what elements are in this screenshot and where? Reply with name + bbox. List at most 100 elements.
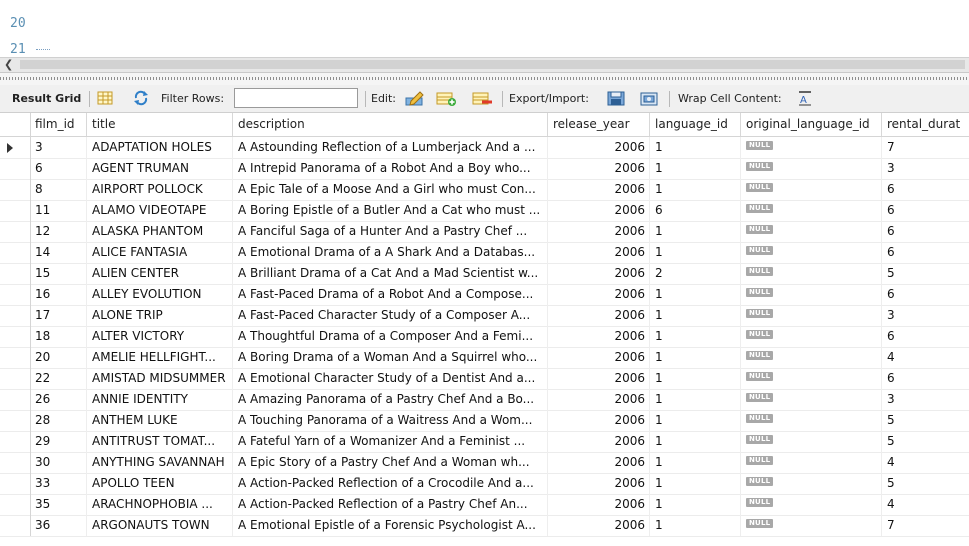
cell-rental-duration[interactable]: 5 [882, 431, 969, 452]
pane-splitter[interactable] [0, 72, 969, 85]
cell-film-id[interactable]: 12 [30, 221, 87, 242]
cell-description[interactable]: A Emotional Epistle of a Forensic Psycho… [233, 515, 548, 536]
cell-rental-duration[interactable]: 3 [882, 158, 969, 179]
editor-line[interactable]: 21 ● select * from film where title rlik… [0, 20, 31, 57]
cell-language-id[interactable]: 1 [650, 137, 741, 158]
cell-description[interactable]: A Boring Drama of a Woman And a Squirrel… [233, 347, 548, 368]
cell-original-language-id[interactable]: NULL [741, 305, 882, 326]
row-header[interactable] [0, 368, 31, 389]
cell-release-year[interactable]: 2006 [548, 200, 650, 221]
cell-film-id[interactable]: 22 [30, 368, 87, 389]
cell-rental-duration[interactable]: 4 [882, 347, 969, 368]
table-row[interactable]: 16 ALLEY EVOLUTION A Fast-Paced Drama of a… [0, 284, 969, 306]
sql-editor[interactable]: 20 21 ● select * from film where title r… [0, 0, 969, 57]
row-header[interactable] [0, 431, 31, 452]
result-grid-tab[interactable]: Result Grid [12, 85, 81, 112]
edit-row-icon[interactable] [405, 90, 425, 106]
cell-title[interactable]: ANTITRUST TOMAT... [87, 431, 233, 452]
cell-language-id[interactable]: 1 [650, 389, 741, 410]
table-row[interactable]: 17 ALONE TRIP A Fast-Paced Character Study… [0, 305, 969, 327]
cell-description[interactable]: A Intrepid Panorama of a Robot And a Boy… [233, 158, 548, 179]
cell-description[interactable]: A Epic Tale of a Moose And a Girl who mu… [233, 179, 548, 200]
row-header[interactable] [0, 137, 31, 158]
cell-rental-duration[interactable]: 6 [882, 221, 969, 242]
table-row[interactable]: 29 ANTITRUST TOMAT... A Fateful Yarn of a … [0, 431, 969, 453]
cell-film-id[interactable]: 3 [30, 137, 87, 158]
cell-language-id[interactable]: 1 [650, 410, 741, 431]
cell-release-year[interactable]: 2006 [548, 158, 650, 179]
import-icon[interactable] [640, 90, 660, 106]
cell-title[interactable]: ALONE TRIP [87, 305, 233, 326]
cell-description[interactable]: A Brilliant Drama of a Cat And a Mad Sci… [233, 263, 548, 284]
delete-row-icon[interactable] [472, 90, 494, 106]
cell-description[interactable]: A Boring Epistle of a Butler And a Cat w… [233, 200, 548, 221]
cell-film-id[interactable]: 18 [30, 326, 87, 347]
cell-release-year[interactable]: 2006 [548, 221, 650, 242]
cell-language-id[interactable]: 1 [650, 431, 741, 452]
cell-language-id[interactable]: 2 [650, 263, 741, 284]
cell-language-id[interactable]: 1 [650, 305, 741, 326]
cell-description[interactable]: A Amazing Panorama of a Pastry Chef And … [233, 389, 548, 410]
cell-original-language-id[interactable]: NULL [741, 347, 882, 368]
cell-original-language-id[interactable]: NULL [741, 452, 882, 473]
table-row[interactable]: 35 ARACHNOPHOBIA ... A Action-Packed Refle… [0, 494, 969, 516]
column-header-language-id[interactable]: language_id [650, 113, 741, 136]
row-header[interactable] [0, 263, 31, 284]
row-header[interactable] [0, 410, 31, 431]
cell-release-year[interactable]: 2006 [548, 473, 650, 494]
cell-release-year[interactable]: 2006 [548, 389, 650, 410]
row-header[interactable] [0, 389, 31, 410]
cell-original-language-id[interactable]: NULL [741, 263, 882, 284]
column-header-film-id[interactable]: film_id [30, 113, 87, 136]
filter-rows-input[interactable] [234, 88, 358, 108]
row-header[interactable] [0, 284, 31, 305]
cell-film-id[interactable]: 11 [30, 200, 87, 221]
cell-title[interactable]: ALASKA PHANTOM [87, 221, 233, 242]
export-icon[interactable] [607, 90, 627, 106]
cell-rental-duration[interactable]: 4 [882, 494, 969, 515]
cell-film-id[interactable]: 20 [30, 347, 87, 368]
row-header[interactable] [0, 347, 31, 368]
cell-rental-duration[interactable]: 5 [882, 263, 969, 284]
row-header[interactable] [0, 452, 31, 473]
table-row[interactable]: 11 ALAMO VIDEOTAPE A Boring Epistle of a B… [0, 200, 969, 222]
table-row[interactable]: 15 ALIEN CENTER A Brilliant Drama of a Cat… [0, 263, 969, 285]
cell-language-id[interactable]: 1 [650, 179, 741, 200]
result-grid[interactable]: film_id title description release_year langu… [0, 113, 969, 546]
refresh-icon[interactable] [133, 90, 149, 106]
cell-description[interactable]: A Fateful Yarn of a Womanizer And a Femi… [233, 431, 548, 452]
cell-film-id[interactable]: 35 [30, 494, 87, 515]
cell-film-id[interactable]: 33 [30, 473, 87, 494]
cell-description[interactable]: A Fast-Paced Drama of a Robot And a Comp… [233, 284, 548, 305]
cell-title[interactable]: ALAMO VIDEOTAPE [87, 200, 233, 221]
cell-rental-duration[interactable]: 6 [882, 200, 969, 221]
cell-release-year[interactable]: 2006 [548, 284, 650, 305]
table-row[interactable]: 22 AMISTAD MIDSUMMER A Emotional Character… [0, 368, 969, 390]
table-row[interactable]: 28 ANTHEM LUKE A Touching Panorama of a Wa… [0, 410, 969, 432]
cell-film-id[interactable]: 16 [30, 284, 87, 305]
cell-original-language-id[interactable]: NULL [741, 494, 882, 515]
cell-title[interactable]: ARGONAUTS TOWN [87, 515, 233, 536]
cell-language-id[interactable]: 1 [650, 452, 741, 473]
cell-rental-duration[interactable]: 3 [882, 305, 969, 326]
cell-release-year[interactable]: 2006 [548, 515, 650, 536]
table-row[interactable]: 20 AMELIE HELLFIGHT... A Boring Drama of a… [0, 347, 969, 369]
cell-title[interactable]: AMELIE HELLFIGHT... [87, 347, 233, 368]
table-row[interactable]: 14 ALICE FANTASIA A Emotional Drama of a A… [0, 242, 969, 264]
table-row[interactable]: 30 ANYTHING SAVANNAH A Epic Story of a Pas… [0, 452, 969, 474]
cell-release-year[interactable]: 2006 [548, 326, 650, 347]
cell-release-year[interactable]: 2006 [548, 431, 650, 452]
cell-rental-duration[interactable]: 5 [882, 410, 969, 431]
wrap-text-icon[interactable]: A [797, 90, 813, 106]
cell-rental-duration[interactable]: 6 [882, 326, 969, 347]
cell-rental-duration[interactable]: 6 [882, 242, 969, 263]
cell-release-year[interactable]: 2006 [548, 452, 650, 473]
scrollbar-thumb[interactable] [20, 60, 965, 69]
cell-description[interactable]: A Action-Packed Reflection of a Pastry C… [233, 494, 548, 515]
column-header-title[interactable]: title [87, 113, 233, 136]
cell-title[interactable]: ALICE FANTASIA [87, 242, 233, 263]
row-header[interactable] [0, 242, 31, 263]
cell-release-year[interactable]: 2006 [548, 347, 650, 368]
row-header[interactable] [0, 158, 31, 179]
table-row[interactable]: 26 ANNIE IDENTITY A Amazing Panorama of a … [0, 389, 969, 411]
